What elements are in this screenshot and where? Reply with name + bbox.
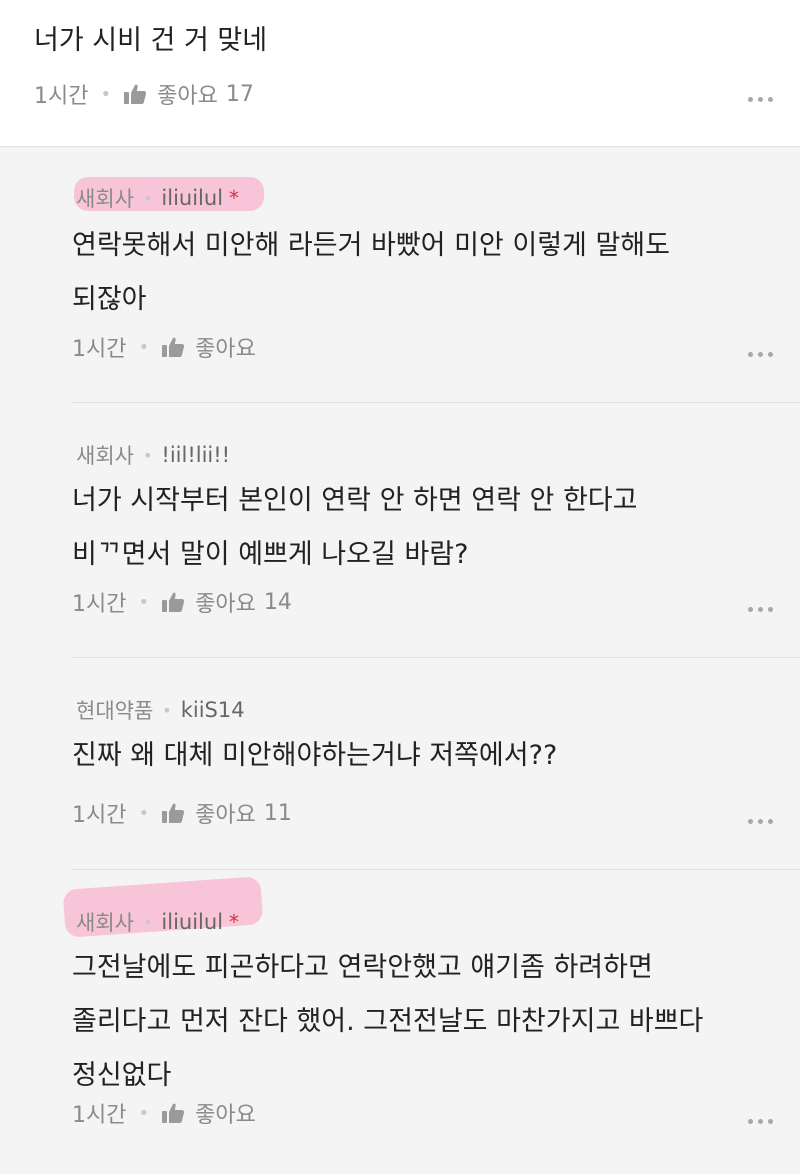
separator-dot: •	[142, 188, 153, 208]
reply-author: 현대약품 • kiiS14	[76, 695, 245, 725]
thumbs-up-icon[interactable]	[161, 336, 185, 358]
thumbs-up-icon[interactable]	[161, 802, 185, 824]
op-star-icon: *	[229, 910, 240, 934]
separator-dot: •	[138, 1102, 150, 1124]
author-nickname[interactable]: iliuilul	[161, 910, 223, 934]
reply-text: 연락못해서 미안해 라든거 바빴어 미안 이렇게 말해도 되잖아	[72, 230, 670, 315]
like-button[interactable]: 좋아요	[195, 1097, 256, 1129]
reply-item: 새회사 • !iil!lii!! 너가 시작부터 본인이 연락 안 하면 연락 …	[72, 402, 800, 658]
top-comment: 너가 시비 건 거 맞네 1시간 • 좋아요 17	[0, 0, 800, 147]
reply-time: 1시간	[72, 592, 127, 617]
reply-text: 그전날에도 피곤하다고 연락안했고 얘기좀 하려하면 졸리다고 먼저 잔다 했어…	[72, 952, 704, 1091]
author-company: 새회사	[76, 911, 134, 935]
author-company: 새회사	[76, 444, 134, 468]
like-button[interactable]: 좋아요	[195, 586, 256, 618]
author-nickname[interactable]: iliuilul	[161, 186, 223, 210]
like-count: 17	[225, 81, 254, 107]
reply-meta: 1시간 • 좋아요 14	[72, 586, 292, 618]
thumbs-up-icon[interactable]	[161, 591, 185, 613]
comment-text: 너가 시비 건 거 맞네	[34, 25, 268, 56]
reply-time: 1시간	[72, 803, 127, 828]
more-options-icon[interactable]	[748, 352, 773, 357]
more-options-icon[interactable]	[748, 97, 773, 102]
thumbs-up-icon[interactable]	[123, 83, 147, 105]
more-options-icon[interactable]	[748, 1119, 773, 1124]
reply-meta: 1시간 • 좋아요	[72, 1097, 264, 1129]
like-button[interactable]: 좋아요	[195, 797, 256, 829]
more-options-icon[interactable]	[748, 607, 773, 612]
more-options-icon[interactable]	[748, 819, 773, 824]
reply-item: 현대약품 • kiiS14 진짜 왜 대체 미안해야하는거냐 저쪽에서?? 1시…	[72, 657, 800, 870]
author-nickname[interactable]: !iil!lii!!	[161, 443, 230, 467]
reply-author: 새회사 • iliuilul *	[76, 183, 239, 213]
author-company: 새회사	[76, 187, 134, 211]
like-count: 14	[263, 589, 292, 615]
separator-dot: •	[142, 445, 153, 465]
separator-dot: •	[142, 912, 153, 932]
reply-item: 새회사 • iliuilul * 연락못해서 미안해 라든거 바빴어 미안 이렇…	[72, 147, 800, 403]
reply-time: 1시간	[72, 1103, 127, 1128]
reply-author: 새회사 • !iil!lii!!	[76, 440, 230, 470]
reply-meta: 1시간 • 좋아요 11	[72, 797, 292, 829]
like-count: 11	[263, 800, 292, 826]
separator-dot: •	[162, 700, 172, 720]
like-button[interactable]: 좋아요	[195, 331, 256, 363]
separator-dot: •	[138, 802, 150, 824]
reply-author: 새회사 • iliuilul *	[76, 907, 239, 937]
thumbs-up-icon[interactable]	[161, 1102, 185, 1124]
comment-meta: 1시간 • 좋아요 17	[34, 78, 254, 110]
reply-item: 새회사 • iliuilul * 그전날에도 피곤하다고 연락안했고 얘기좀 하…	[62, 869, 800, 1174]
like-button[interactable]: 좋아요	[157, 78, 218, 110]
reply-text: 너가 시작부터 본인이 연락 안 하면 연락 안 한다고 비ᄁ면서 말이 예쁘게…	[72, 485, 638, 570]
author-nickname[interactable]: kiiS14	[181, 698, 245, 722]
separator-dot: •	[100, 83, 112, 105]
separator-dot: •	[138, 591, 150, 613]
reply-text: 진짜 왜 대체 미안해야하는거냐 저쪽에서??	[72, 740, 558, 771]
reply-meta: 1시간 • 좋아요	[72, 331, 264, 363]
op-star-icon: *	[229, 186, 240, 210]
author-company: 현대약품	[76, 699, 154, 723]
comment-time: 1시간	[34, 84, 89, 109]
reply-time: 1시간	[72, 337, 127, 362]
separator-dot: •	[138, 336, 150, 358]
